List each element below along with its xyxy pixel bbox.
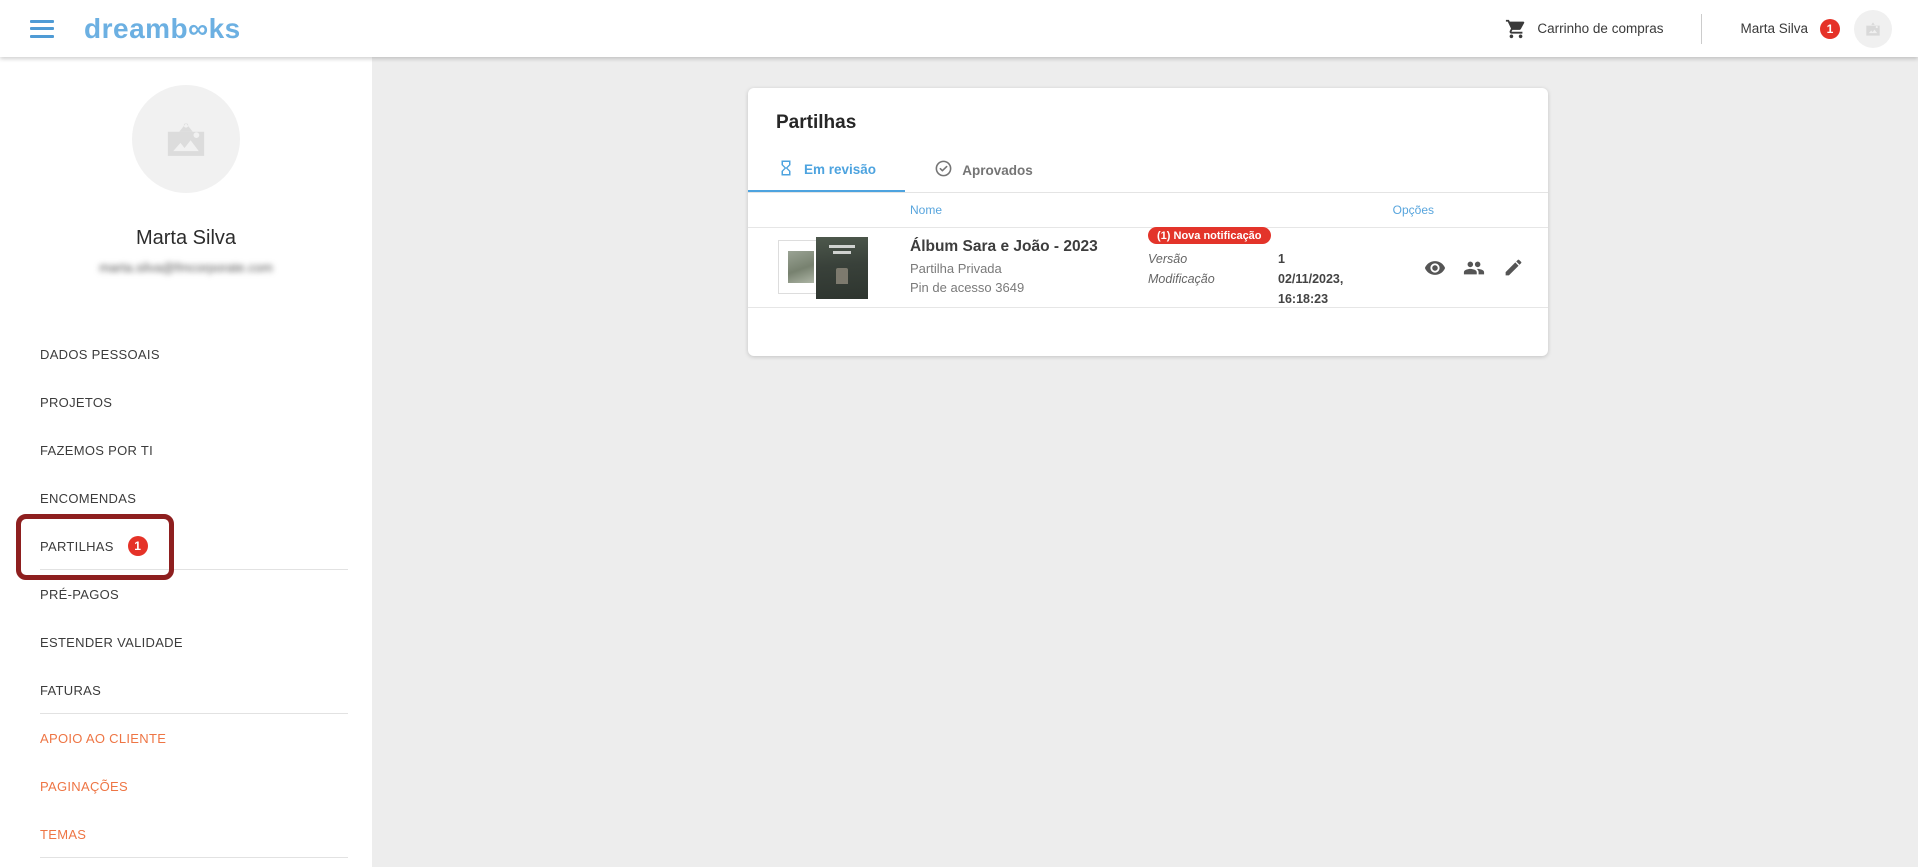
profile-avatar[interactable] [132,85,240,193]
brand-logo[interactable]: dreamb∞ks [84,13,241,45]
user-name[interactable]: Marta Silva [1740,21,1808,36]
album-thumbnails [776,237,876,299]
modified-value: 02/11/2023, 16:18:23 [1278,269,1388,309]
tab-label: Em revisão [804,162,876,177]
sidebar: Marta Silva marta.silva@fmcorporate.com … [0,57,372,867]
modified-row: Modificação 02/11/2023, 16:18:23 [1148,269,1388,309]
cart-label: Carrinho de compras [1537,21,1663,36]
pencil-icon[interactable] [1502,257,1524,279]
main-content: Partilhas Em revisão [372,57,1918,867]
topbar-right: Carrinho de compras Marta Silva 1 [1505,10,1892,48]
tab-label: Aprovados [962,163,1033,178]
app-window: dreamb∞ks Carrinho de compras Marta Silv… [0,0,1918,867]
topbar-divider [1701,14,1702,44]
user-avatar[interactable] [1854,10,1892,48]
share-name-block: Álbum Sara e João - 2023 Partilha Privad… [910,238,1148,298]
card-title: Partilhas [748,88,1548,148]
check-circle-icon [934,159,953,181]
column-header-nome: Nome [910,203,942,217]
row-actions [1424,257,1524,279]
sidebar-item-partilhas[interactable]: PARTILHAS 1 [0,522,372,570]
table-row[interactable]: Álbum Sara e João - 2023 Partilha Privad… [748,228,1548,308]
sidebar-item-pre-pagos[interactable]: PRÉ-PAGOS [0,570,372,618]
card-footer [748,308,1548,356]
sidebar-item-faturas[interactable]: FATURAS [0,666,372,714]
sidebar-item-temas[interactable]: TEMAS [0,810,372,858]
eye-icon[interactable] [1424,257,1446,279]
new-notification-badge: (1) Nova notificação [1148,227,1271,244]
version-label: Versão [1148,249,1278,269]
menu-icon[interactable] [30,20,54,38]
table-header: Nome Opções [748,193,1548,228]
tab-aprovados[interactable]: Aprovados [905,148,1062,192]
share-pin: Pin de acesso 3649 [910,279,1148,298]
topbar: dreamb∞ks Carrinho de compras Marta Silv… [0,0,1918,57]
profile-section: Marta Silva marta.silva@fmcorporate.com [0,85,372,275]
hourglass-icon [777,159,795,180]
sidebar-nav: DADOS PESSOAIS PROJETOS FAZEMOS POR TI E… [0,330,372,858]
version-value: 1 [1278,249,1388,269]
notification-count-badge: 1 [1820,19,1840,39]
share-type: Partilha Privada [910,260,1148,279]
people-icon[interactable] [1463,257,1485,279]
sidebar-item-encomendas[interactable]: ENCOMENDAS [0,474,372,522]
column-header-opcoes: Opções [1393,203,1434,217]
sidebar-item-dados-pessoais[interactable]: DADOS PESSOAIS [0,330,372,378]
album-cover-thumbnail [816,237,868,299]
profile-name: Marta Silva [0,227,372,250]
profile-email: marta.silva@fmcorporate.com [0,260,372,275]
tab-em-revisao[interactable]: Em revisão [748,148,905,192]
cart-icon [1505,18,1527,40]
share-status-block: (1) Nova notificação Versão 1 Modificaçã… [1148,226,1388,310]
cart-button[interactable]: Carrinho de compras [1505,18,1663,40]
sidebar-item-fazemos-por-ti[interactable]: FAZEMOS POR TI [0,426,372,474]
partilhas-count-badge: 1 [128,536,148,556]
sidebar-item-apoio-ao-cliente[interactable]: APOIO AO CLIENTE [0,714,372,762]
tabs: Em revisão Aprovados [748,148,1548,193]
modified-label: Modificação [1148,269,1278,309]
sidebar-item-paginacoes[interactable]: PAGINAÇÕES [0,762,372,810]
partilhas-card: Partilhas Em revisão [748,88,1548,356]
sidebar-item-estender-validade[interactable]: ESTENDER VALIDADE [0,618,372,666]
share-title: Álbum Sara e João - 2023 [910,238,1148,256]
version-row: Versão 1 [1148,249,1388,269]
sidebar-item-projetos[interactable]: PROJETOS [0,378,372,426]
